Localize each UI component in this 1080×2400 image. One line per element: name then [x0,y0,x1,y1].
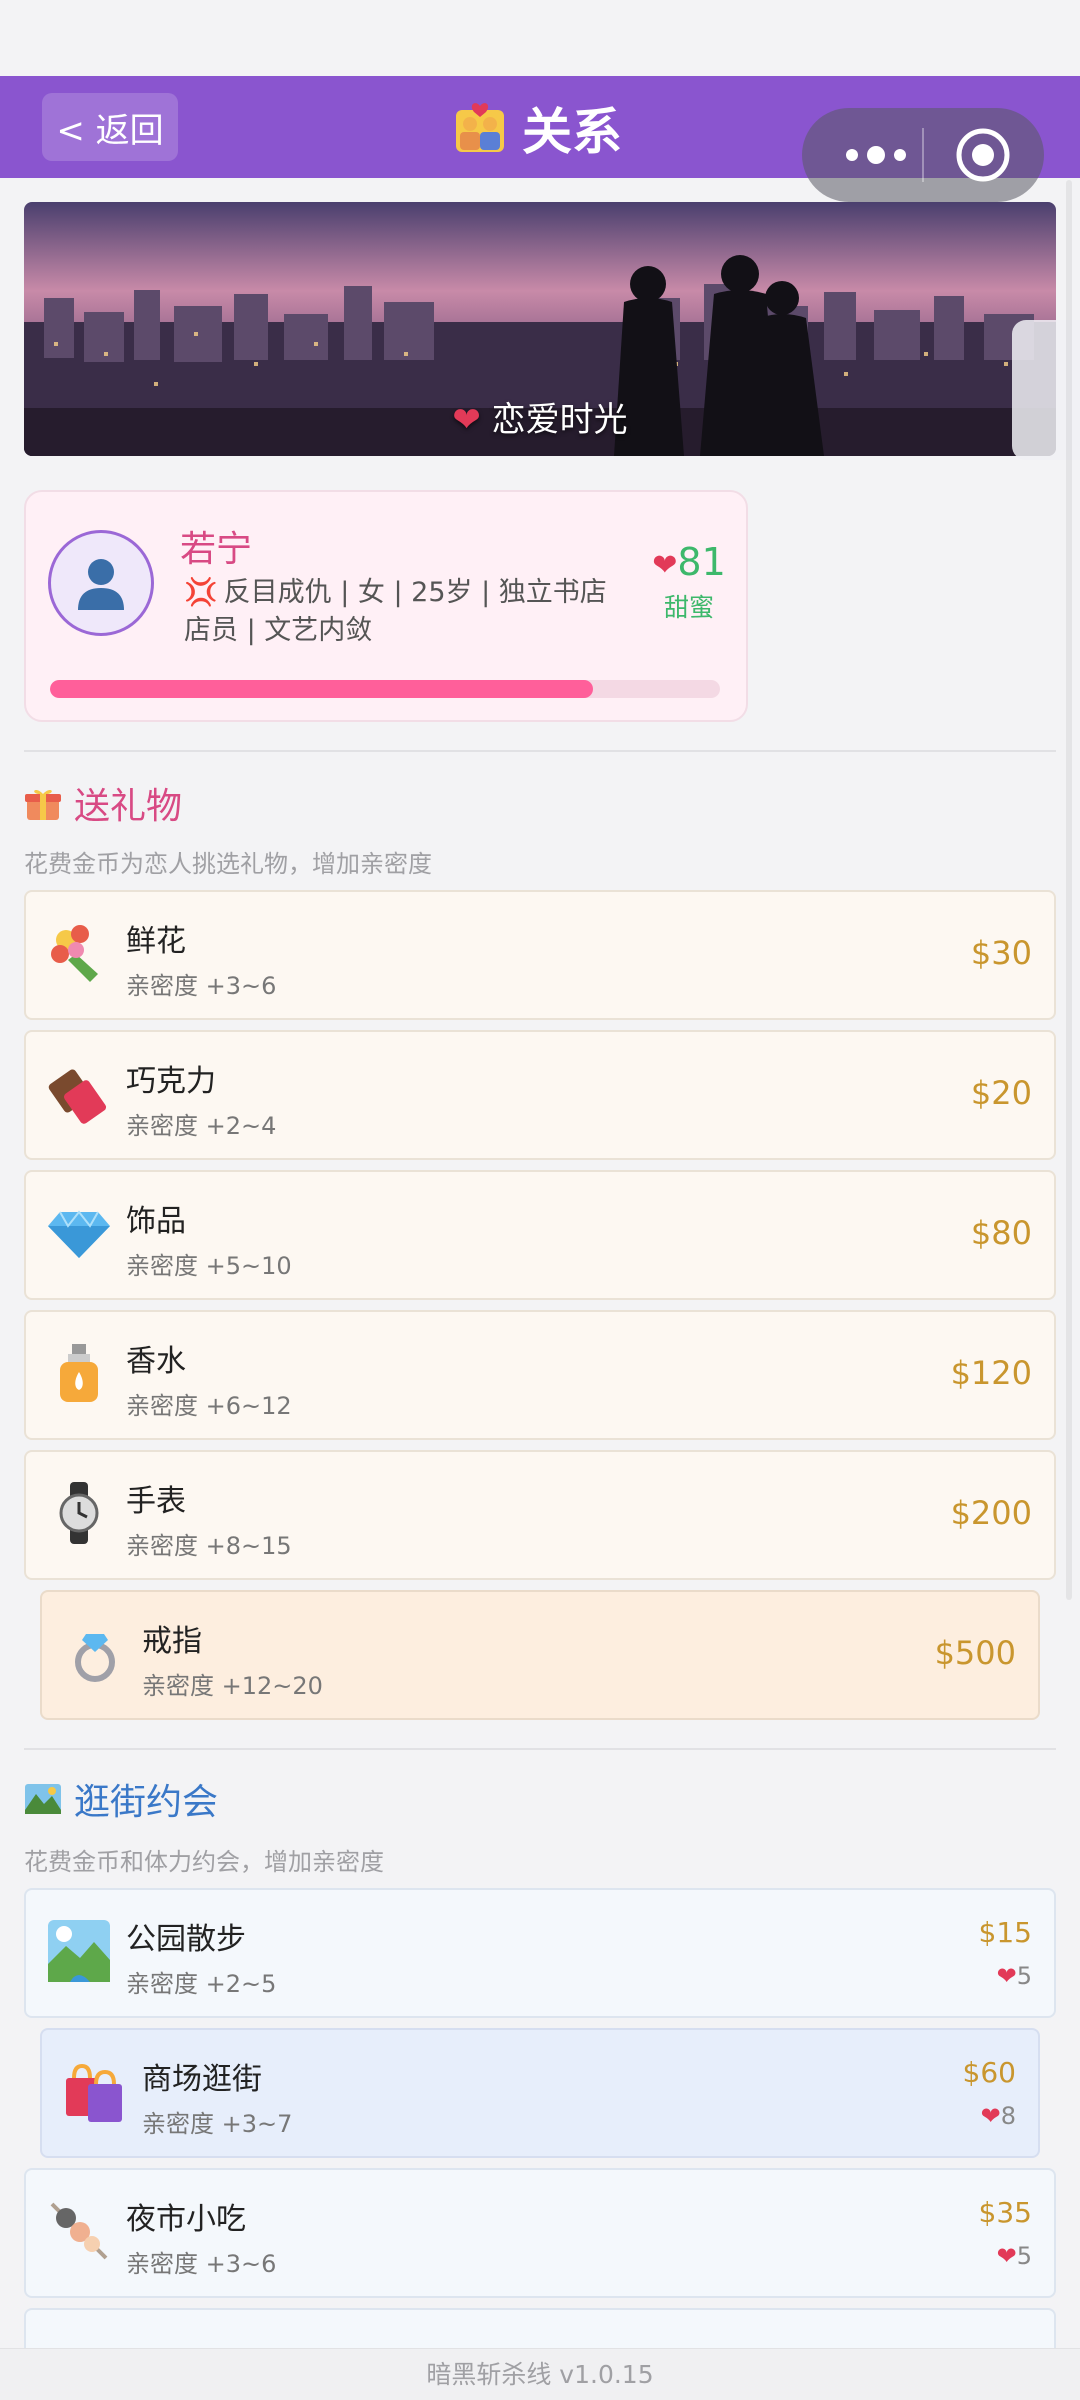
capsule-divider [922,128,924,182]
date-name: 商场逛街 [142,2062,262,2097]
avatar[interactable] [48,530,154,636]
gift-item-chocolate[interactable]: 巧克力 亲密度 +2~4 $20 [24,1030,1056,1160]
close-miniprogram-icon[interactable] [954,126,1012,184]
date-gain: 亲密度 +3~7 [142,2110,293,2138]
gift-item-watch[interactable]: 手表 亲密度 +8~15 $200 [24,1450,1056,1580]
dates-section-title: 逛街约会 [24,1774,218,1824]
bouquet-icon [51,925,98,982]
date-name: 公园散步 [126,1922,246,1957]
love-banner: ❤ 恋爱时光 [24,202,1056,456]
gifts-section-title: 送礼物 [24,778,182,828]
title-text: 关系 [522,103,622,161]
gift-price: $20 [970,1074,1032,1112]
gift-item-flowers[interactable]: 鲜花 亲密度 +3~6 $30 [24,890,1056,1020]
chocolate-icon [48,1069,107,1124]
gift-gain: 亲密度 +5~10 [126,1252,292,1280]
date-energy-value: 5 [1016,2242,1032,2270]
stamina-heart-icon: ❤ [980,2102,1001,2130]
gift-name: 手表 [126,1484,186,1519]
date-energy: ❤8 [981,2102,1016,2130]
back-button[interactable]: < 返回 [42,93,178,161]
gift-price: $200 [950,1494,1032,1532]
gifts-subtitle: 花费金币为恋人挑选礼物，增加亲密度 [24,850,432,878]
partner-profile-card[interactable]: 若宁 💢 反目成仇 | 女 | 25岁 | 独立书店店员 | 文艺内敛 ❤81 甜… [24,490,748,722]
date-gain: 亲密度 +2~5 [126,1970,277,1998]
gift-name: 饰品 [126,1204,186,1239]
date-price: $15 [978,1916,1032,1949]
dates-title-text: 逛街约会 [74,1782,219,1823]
more-icon[interactable] [836,132,916,178]
gift-gain: 亲密度 +6~12 [126,1392,292,1420]
relationship-page: < 返回 关系 ❤ 恋爱时光 若宁 💢 反目成仇 | 女 | 25岁 | 独立书… [0,0,1080,2400]
gem-icon [48,1210,110,1258]
shopping-bags-icon [66,2063,122,2122]
ring-icon [75,1634,115,1682]
skewer-icon [50,2202,108,2260]
date-item-park-walk[interactable]: 公园散步 亲密度 +2~5 $15 ❤5 [24,1888,1056,2018]
scrollbar[interactable] [1066,180,1072,1600]
date-energy-value: 5 [1016,1962,1032,1990]
gift-price: $500 [934,1634,1016,1672]
version-footer: 暗黑斩杀线 v1.0.15 [0,2348,1080,2400]
couple-icon [456,103,504,152]
gift-gain: 亲密度 +8~15 [126,1532,292,1560]
date-item-night-market[interactable]: 夜市小吃 亲密度 +3~6 $35 ❤5 [24,2168,1056,2298]
gift-gain: 亲密度 +12~20 [142,1672,323,1700]
gift-gain: 亲密度 +3~6 [126,972,277,1000]
dates-subtitle: 花费金币和体力约会，增加亲密度 [24,1848,384,1876]
affinity-progress-bar [50,680,720,698]
gift-name: 鲜花 [126,924,186,959]
partner-name: 若宁 [180,529,253,570]
banner-caption-text: 恋爱时光 [491,400,628,440]
date-price: $60 [962,2056,1016,2089]
perfume-icon [60,1344,98,1402]
gifts-title-text: 送礼物 [74,786,183,827]
affinity-progress-fill [50,680,593,698]
banner-caption: ❤ 恋爱时光 [24,392,1056,441]
gift-name: 巧克力 [126,1064,216,1099]
gift-name: 戒指 [142,1624,202,1659]
date-item-mall-shopping[interactable]: 商场逛街 亲密度 +3~7 $60 ❤8 [40,2028,1040,2158]
person-silhouette-icon [78,559,124,610]
stamina-heart-icon: ❤ [996,2242,1017,2270]
miniprogram-capsule [802,108,1044,202]
gift-item-ring[interactable]: 戒指 亲密度 +12~20 $500 [40,1590,1040,1720]
gift-price: $80 [970,1214,1032,1252]
date-energy: ❤5 [997,2242,1032,2270]
date-gain: 亲密度 +3~6 [126,2250,277,2278]
gift-icon [25,789,61,820]
gift-price: $30 [970,934,1032,972]
date-energy: ❤5 [997,1962,1032,1990]
date-price: $35 [978,2196,1032,2229]
hearts-icon: ❤ [652,548,678,583]
scenery-icon [25,1784,61,1814]
park-icon [48,1920,110,1982]
gift-name: 香水 [126,1344,186,1379]
section-divider [24,1748,1056,1750]
heart-icon: ❤ [452,400,481,440]
affinity-score: ❤81 甜蜜 [644,540,734,624]
partner-description: 💢 反目成仇 | 女 | 25岁 | 独立书店店员 | 文艺内敛 [184,574,624,650]
page-title: 关系 [452,98,622,161]
watch-icon [59,1482,99,1544]
broken-relation-icon: 💢 [184,577,218,608]
partner-description-text: 反目成仇 | 女 | 25岁 | 独立书店店员 | 文艺内敛 [184,577,607,646]
affinity-value: 81 [677,540,726,584]
section-divider [24,750,1056,752]
date-energy-value: 8 [1000,2102,1016,2130]
gift-item-perfume[interactable]: 香水 亲密度 +6~12 $120 [24,1310,1056,1440]
date-name: 夜市小吃 [126,2202,246,2237]
gift-item-jewelry[interactable]: 饰品 亲密度 +5~10 $80 [24,1170,1056,1300]
gift-gain: 亲密度 +2~4 [126,1112,277,1140]
affinity-label: 甜蜜 [663,593,714,622]
gift-price: $120 [950,1354,1032,1392]
stamina-heart-icon: ❤ [996,1962,1017,1990]
